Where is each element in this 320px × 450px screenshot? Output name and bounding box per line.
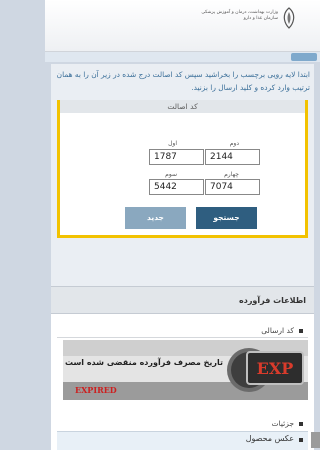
bullet-icon — [299, 422, 303, 426]
bullet-icon — [299, 329, 303, 333]
second-code-input[interactable] — [205, 149, 260, 165]
search-button[interactable]: جستجو — [196, 207, 257, 229]
product-photo-label: عکس محصول — [245, 434, 294, 443]
expired-message: تاریخ مصرف فرآورده منقضی شده است — [64, 358, 223, 367]
bullet-icon — [299, 438, 303, 442]
third-field-label: سوم — [165, 171, 177, 178]
top-bar-tab — [291, 53, 317, 61]
ministry-line-2: سازمان غذا و دارو — [243, 16, 278, 21]
scroll-handle[interactable] — [311, 432, 320, 448]
ministry-logo-icon — [283, 7, 295, 29]
exp-badge-text: EXP — [257, 359, 294, 378]
sent-code-label: کد ارسالی — [261, 326, 294, 335]
app-header: وزارت بهداشت، درمان و آموزش پزشکی سازمان… — [45, 0, 320, 52]
first-field-label: اول — [168, 140, 177, 147]
details-label: جزئیات — [271, 419, 294, 428]
instructions-text: ابتدا لایه رویی برچسب را بخراشید سپس کد … — [56, 70, 310, 92]
ministry-name: وزارت بهداشت، درمان و آموزش پزشکی سازمان… — [182, 10, 278, 22]
fourth-code-input[interactable] — [205, 179, 260, 195]
product-photo-row[interactable]: عکس محصول — [57, 431, 308, 450]
expired-badge-icon: EXP — [227, 348, 304, 392]
details-row[interactable]: جزئیات — [57, 417, 308, 431]
second-field-label: دوم — [229, 140, 239, 147]
product-info-title: اطلاعات فرآورده — [51, 286, 314, 314]
new-button[interactable]: جدید — [125, 207, 186, 229]
first-code-input[interactable] — [149, 149, 204, 165]
auth-code-title: کد اصالت — [60, 100, 305, 113]
expired-banner: تاریخ مصرف فرآورده منقضی شده است EXPIRED… — [63, 340, 308, 400]
top-bar — [45, 52, 320, 62]
third-code-input[interactable] — [149, 179, 204, 195]
fourth-field-label: چهارم — [224, 171, 239, 178]
sent-code-row: کد ارسالی — [57, 324, 308, 338]
expired-label: EXPIRED — [75, 385, 117, 395]
